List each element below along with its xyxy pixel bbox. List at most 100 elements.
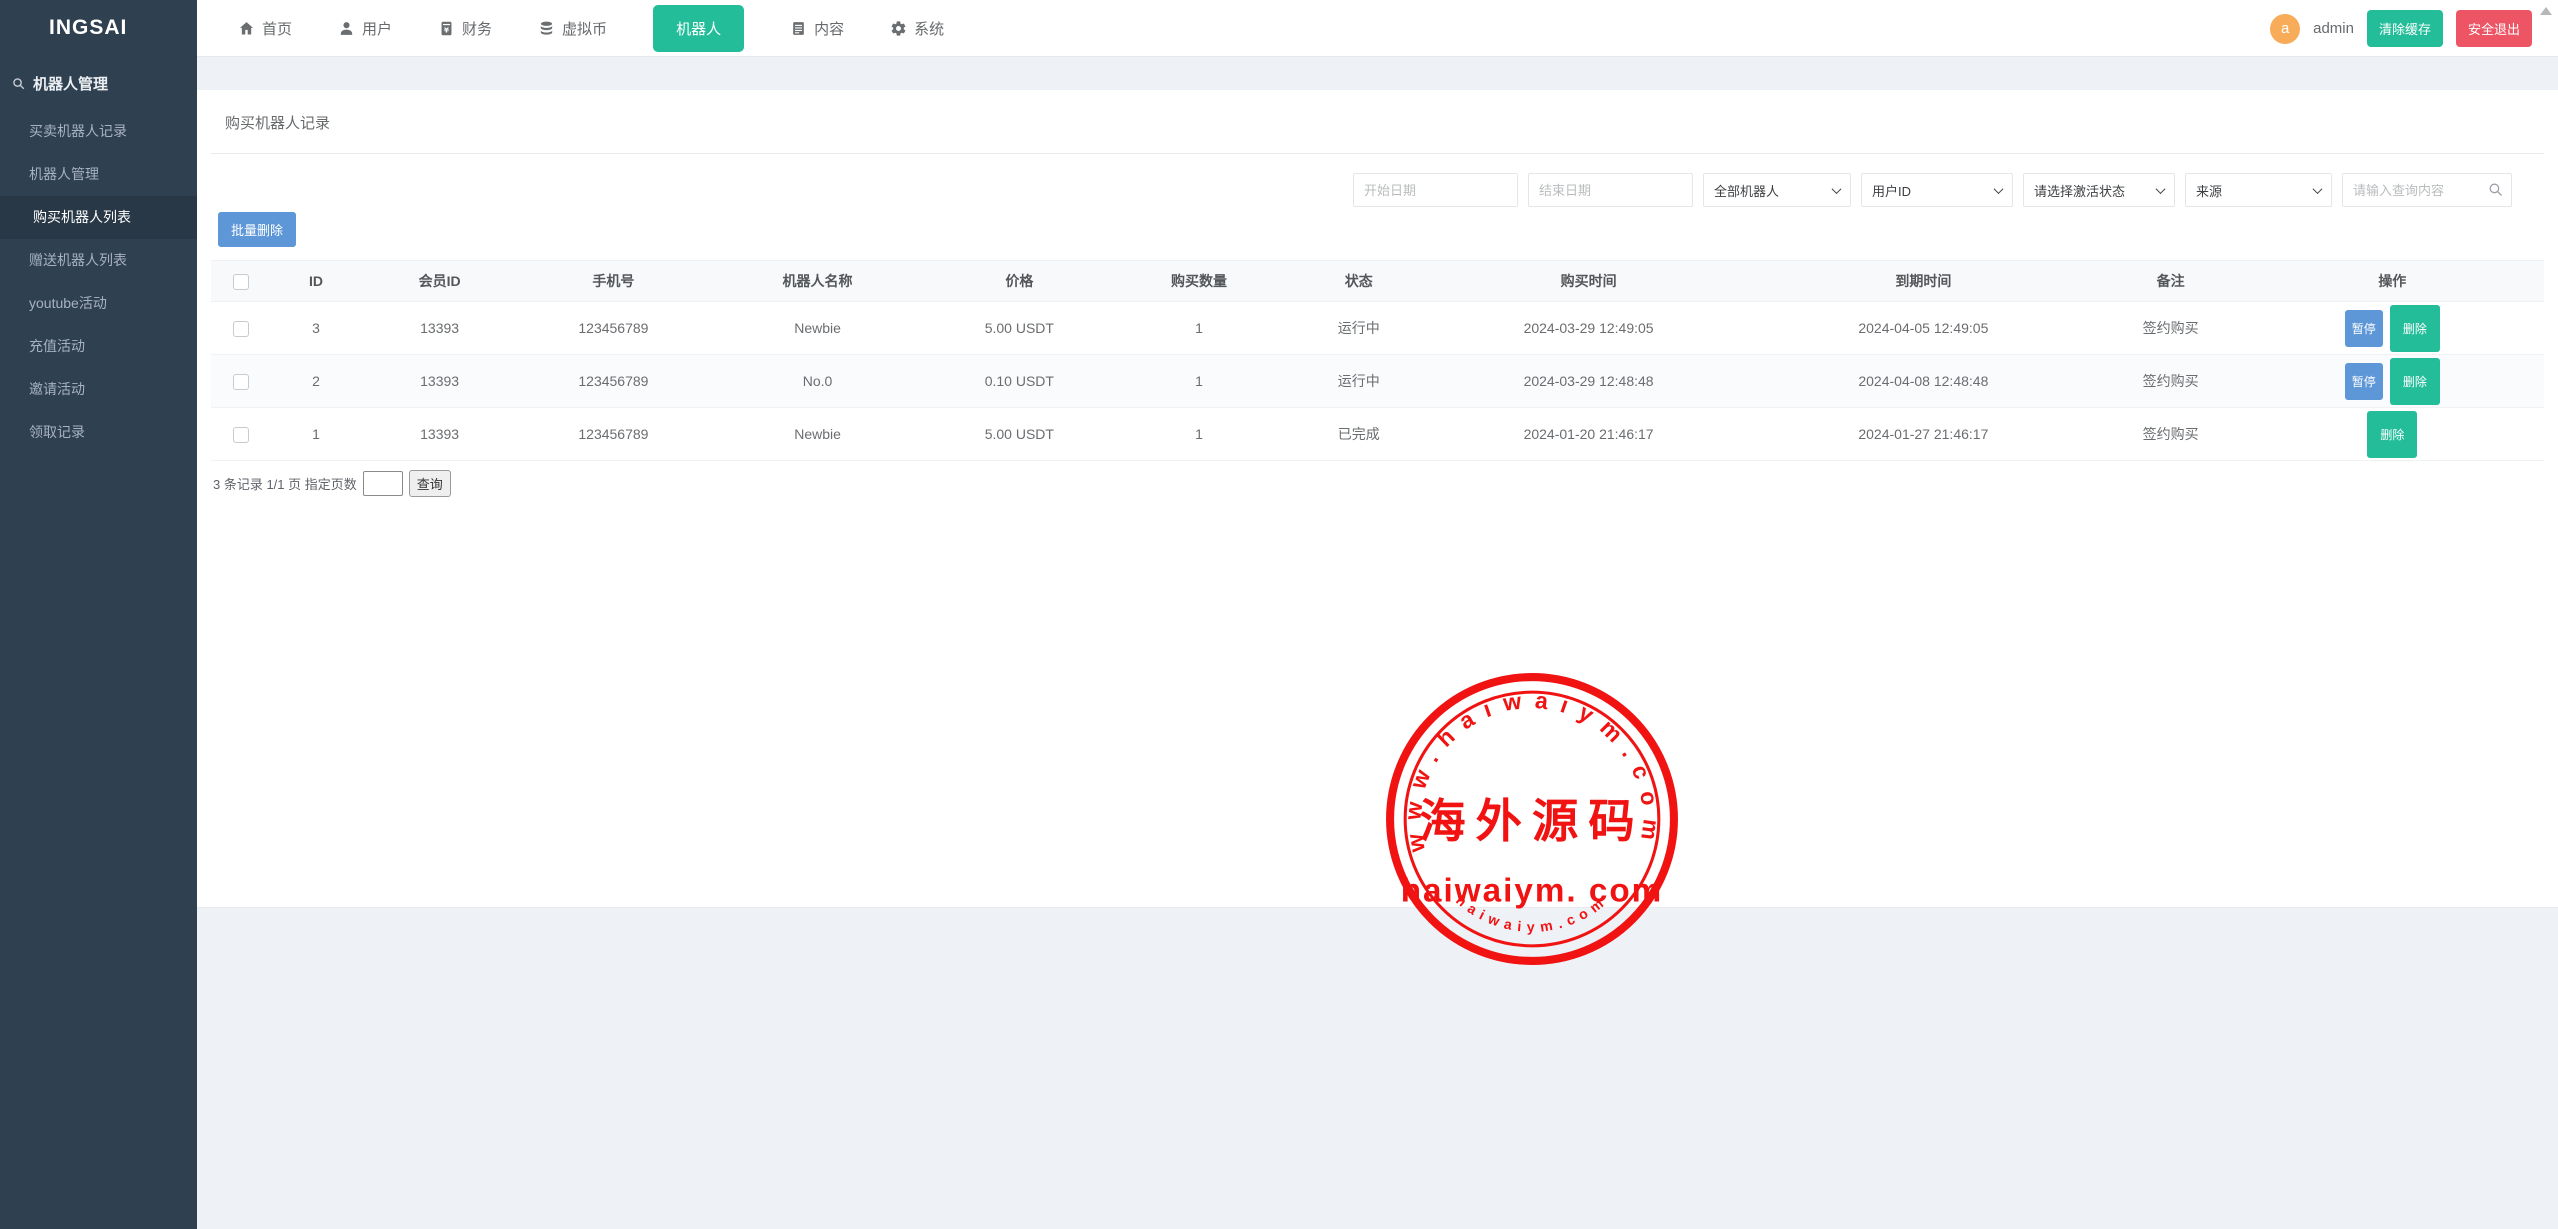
table-cell: 1 [1112, 355, 1287, 408]
column-header: 到期时间 [1746, 261, 2101, 302]
table-cell: 0.10 USDT [927, 355, 1111, 408]
table-cell: 1 [272, 408, 361, 461]
topnav-item-label: 财务 [462, 18, 492, 39]
finance-icon: ¥ [438, 20, 455, 37]
clear-cache-button[interactable]: 清除缓存 [2367, 10, 2443, 47]
content-card: 购买机器人记录 全部机器人 用户ID 请选择激活状态 来源 批量删除 ID会员ID手机… [197, 90, 2558, 908]
table-header-row: ID会员ID手机号机器人名称价格购买数量状态购买时间到期时间备注操作 [211, 261, 2544, 302]
search-icon[interactable] [2487, 181, 2504, 198]
table-cell: 签约购买 [2101, 408, 2241, 461]
sidebar-item-gift-robot-list[interactable]: 赠送机器人列表 [0, 239, 197, 282]
delete-button[interactable]: 删除 [2390, 358, 2440, 405]
pause-button[interactable]: 暂停 [2345, 310, 2383, 347]
row-checkbox[interactable] [233, 321, 249, 337]
table-cell: 2024-03-29 12:49:05 [1431, 302, 1746, 355]
column-header: 手机号 [519, 261, 708, 302]
table-cell: 3 [272, 302, 361, 355]
sidebar-item-robot-management[interactable]: 机器人管理 [0, 153, 197, 196]
table-cell: 2 [272, 355, 361, 408]
sidebar-menu: 买卖机器人记录机器人管理购买机器人列表赠送机器人列表youtube活动充值活动邀… [0, 110, 197, 454]
batch-delete-button[interactable]: 批量删除 [218, 212, 296, 247]
delete-button[interactable]: 删除 [2390, 305, 2440, 352]
avatar[interactable]: a [2270, 14, 2300, 44]
row-checkbox[interactable] [233, 427, 249, 443]
topnav-item-system[interactable]: 系统 [890, 18, 944, 39]
topnav-item-users[interactable]: 用户 [338, 18, 392, 39]
table-row: 213393123456789No.00.10 USDT1运行中2024-03-… [211, 355, 2544, 408]
table-cell: 签约购买 [2101, 302, 2241, 355]
sidebar-item-recharge-activity[interactable]: 充值活动 [0, 325, 197, 368]
page-query-button[interactable]: 查询 [409, 470, 451, 497]
topnav-item-label: 虚拟币 [562, 18, 607, 39]
table-cell: No.0 [708, 355, 927, 408]
brand-logo: INGSAI [0, 0, 197, 40]
search-field [2342, 173, 2512, 207]
table-cell: 13393 [360, 408, 519, 461]
row-checkbox[interactable] [233, 374, 249, 390]
filter-select-source[interactable]: 来源 [2185, 173, 2332, 207]
topnav-item-content[interactable]: 内容 [790, 18, 844, 39]
page: INGSAI 机器人管理 买卖机器人记录机器人管理购买机器人列表赠送机器人列表y… [0, 0, 2558, 1229]
select-all-checkbox[interactable] [233, 274, 249, 290]
end-date-input[interactable] [1528, 173, 1693, 207]
gear-icon [890, 20, 907, 37]
table-cell: 1 [1112, 408, 1287, 461]
crypto-icon [538, 20, 555, 37]
column-header: 购买时间 [1431, 261, 1746, 302]
column-header: 会员ID [360, 261, 519, 302]
chevron-down-icon [2156, 184, 2166, 194]
filter-select-active-status[interactable]: 请选择激活状态 [2023, 173, 2175, 207]
logout-button[interactable]: 安全退出 [2456, 10, 2532, 47]
column-header: 状态 [1286, 261, 1431, 302]
delete-button[interactable]: 删除 [2367, 411, 2417, 458]
records-table: ID会员ID手机号机器人名称价格购买数量状态购买时间到期时间备注操作313393… [211, 260, 2544, 461]
filter-selects: 全部机器人 用户ID 请选择激活状态 来源 [1703, 173, 2332, 207]
table-cell: 13393 [360, 302, 519, 355]
table-cell: Newbie [708, 302, 927, 355]
topnav-item-finance[interactable]: ¥ 财务 [438, 18, 492, 39]
column-header: 备注 [2101, 261, 2241, 302]
user-area: a admin 清除缓存 安全退出 [2270, 0, 2532, 57]
sidebar-item-invite-activity[interactable]: 邀请活动 [0, 368, 197, 411]
table-cell: 5.00 USDT [927, 408, 1111, 461]
column-header: ID [272, 261, 361, 302]
chevron-down-icon [1994, 184, 2004, 194]
column-header: 操作 [2241, 261, 2544, 302]
start-date-input[interactable] [1353, 173, 1518, 207]
selected-value: 请选择激活状态 [2034, 181, 2125, 200]
selected-value: 全部机器人 [1714, 181, 1779, 200]
table-cell: 运行中 [1286, 355, 1431, 408]
row-checkbox-cell [211, 408, 272, 461]
table-cell: 2024-04-05 12:49:05 [1746, 302, 2101, 355]
sidebar-item-trade-robot-records[interactable]: 买卖机器人记录 [0, 110, 197, 153]
chevron-down-icon [1832, 184, 1842, 194]
table-cell: 123456789 [519, 355, 708, 408]
sidebar-item-claim-records[interactable]: 领取记录 [0, 411, 197, 454]
topnav-item-label: 内容 [814, 18, 844, 39]
table-cell: 1 [1112, 302, 1287, 355]
row-actions-cell: 暂停删除 [2241, 302, 2544, 355]
title-divider [211, 153, 2544, 154]
row-actions-cell: 删除 [2241, 408, 2544, 461]
topnav-item-home[interactable]: 首页 [238, 18, 292, 39]
filter-select-user-id[interactable]: 用户ID [1861, 173, 2013, 207]
column-header: 机器人名称 [708, 261, 927, 302]
topnav-item-crypto[interactable]: 虚拟币 [538, 18, 607, 39]
table-cell: 13393 [360, 355, 519, 408]
scroll-top-arrow-icon[interactable] [2540, 7, 2552, 15]
topnav-item-label: 首页 [262, 18, 292, 39]
page-title: 购买机器人记录 [225, 112, 330, 133]
selected-value: 来源 [2196, 181, 2222, 200]
table-row: 313393123456789Newbie5.00 USDT1运行中2024-0… [211, 302, 2544, 355]
filter-select-robot-type[interactable]: 全部机器人 [1703, 173, 1851, 207]
sidebar-item-buy-robot-list[interactable]: 购买机器人列表 [0, 196, 197, 239]
sidebar-item-youtube-activity[interactable]: youtube活动 [0, 282, 197, 325]
topnav-item-robot[interactable]: 机器人 [653, 5, 744, 52]
table-cell: 2024-01-20 21:46:17 [1431, 408, 1746, 461]
pagination: 3 条记录 1/1 页 指定页数 查询 [213, 470, 451, 497]
sidebar-section-label: 机器人管理 [33, 73, 108, 94]
topnav-item-label: 系统 [914, 18, 944, 39]
page-number-input[interactable] [363, 471, 403, 496]
row-checkbox-cell [211, 302, 272, 355]
pause-button[interactable]: 暂停 [2345, 363, 2383, 400]
